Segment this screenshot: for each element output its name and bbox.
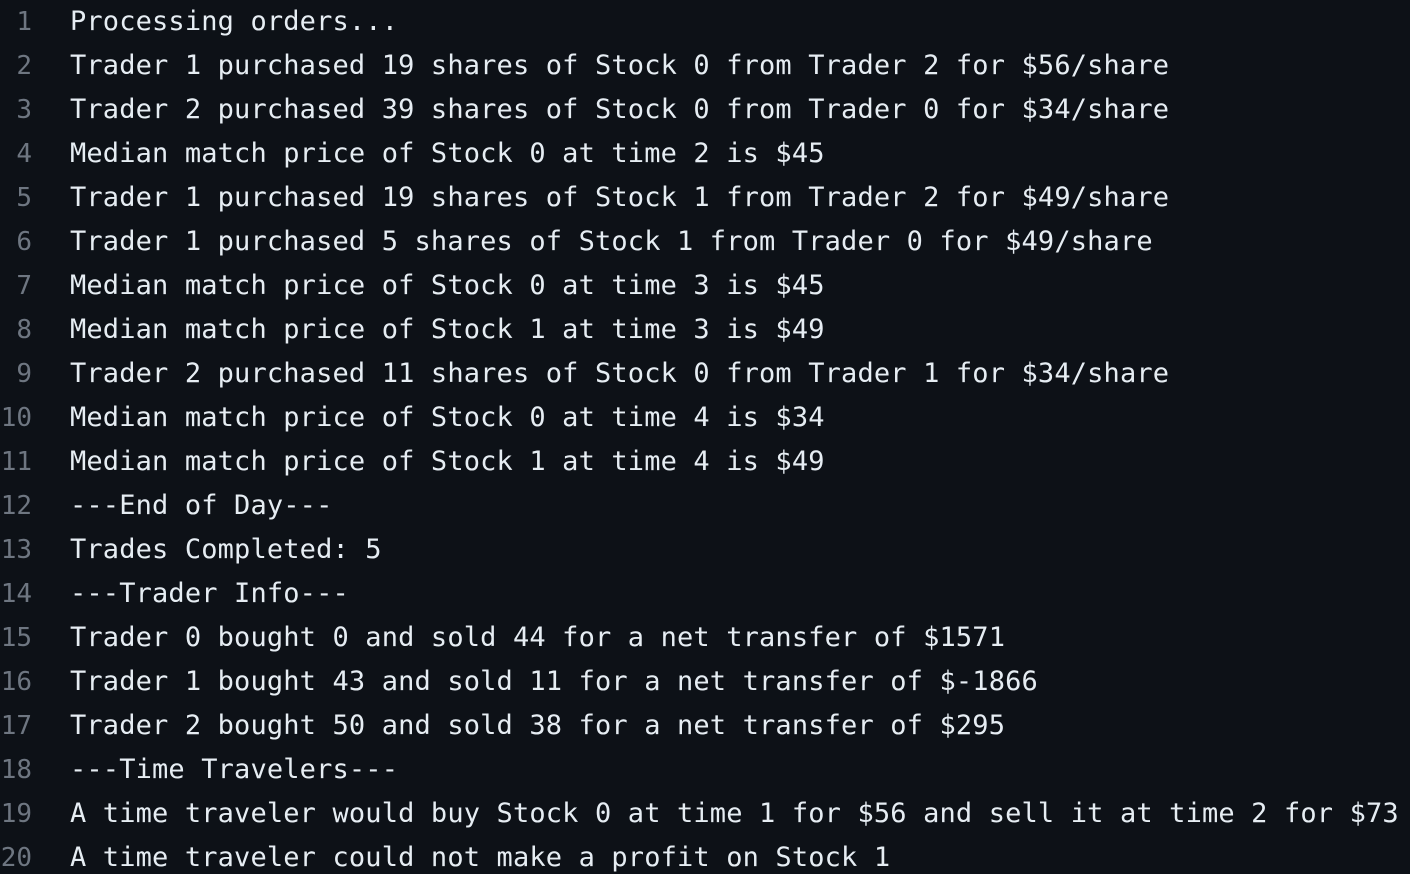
- line-number: 18: [0, 755, 32, 785]
- output-line: 17 Trader 2 bought 50 and sold 38 for a n…: [0, 704, 1410, 748]
- line-text: Trades Completed: 5: [70, 534, 382, 565]
- line-number: 8: [16, 315, 32, 345]
- output-line: 4 Median match price of Stock 0 at time 2…: [0, 132, 1410, 176]
- output-line: 2 Trader 1 purchased 19 shares of Stock 0…: [0, 44, 1410, 88]
- line-number: 5: [16, 183, 32, 213]
- line-number: 1: [16, 7, 32, 37]
- line-text: ---End of Day---: [70, 490, 333, 521]
- output-line: 16 Trader 1 bought 43 and sold 11 for a n…: [0, 660, 1410, 704]
- line-number: 13: [0, 535, 32, 565]
- line-number: 6: [16, 227, 32, 257]
- line-text: Trader 0 bought 0 and sold 44 for a net …: [70, 622, 1006, 653]
- line-number: 12: [0, 491, 32, 521]
- line-number: 15: [0, 623, 32, 653]
- output-line: 7 Median match price of Stock 0 at time 3…: [0, 264, 1410, 308]
- line-text: ---Trader Info---: [70, 578, 349, 609]
- output-line: 11 Median match price of Stock 1 at time …: [0, 440, 1410, 484]
- output-line: 1 Processing orders...: [0, 0, 1410, 44]
- line-text: Trader 2 purchased 11 shares of Stock 0 …: [70, 358, 1170, 389]
- line-text: Trader 1 purchased 19 shares of Stock 0 …: [70, 50, 1170, 81]
- line-text: Trader 2 bought 50 and sold 38 for a net…: [70, 710, 1006, 741]
- line-text: Median match price of Stock 0 at time 4 …: [70, 402, 825, 433]
- line-text: Trader 1 purchased 5 shares of Stock 1 f…: [70, 226, 1153, 257]
- line-text: A time traveler would buy Stock 0 at tim…: [70, 798, 1399, 829]
- line-number: 14: [0, 579, 32, 609]
- line-number: 19: [0, 799, 32, 829]
- line-number: 4: [16, 139, 32, 169]
- line-text: Trader 1 purchased 19 shares of Stock 1 …: [70, 182, 1170, 213]
- output-line: 14 ---Trader Info---: [0, 572, 1410, 616]
- line-number: 17: [0, 711, 32, 741]
- output-line: 9 Trader 2 purchased 11 shares of Stock 0…: [0, 352, 1410, 396]
- line-number: 10: [0, 403, 32, 433]
- output-line: 6 Trader 1 purchased 5 shares of Stock 1 …: [0, 220, 1410, 264]
- line-text: Processing orders...: [70, 6, 399, 37]
- line-number: 16: [0, 667, 32, 697]
- output-line: 5 Trader 1 purchased 19 shares of Stock 1…: [0, 176, 1410, 220]
- line-number: 7: [16, 271, 32, 301]
- line-number: 9: [16, 359, 32, 389]
- output-line: 20 A time traveler could not make a profi…: [0, 836, 1410, 874]
- output-line: 13 Trades Completed: 5: [0, 528, 1410, 572]
- line-text: Median match price of Stock 1 at time 4 …: [70, 446, 825, 477]
- line-text: Trader 1 bought 43 and sold 11 for a net…: [70, 666, 1038, 697]
- line-text: ---Time Travelers---: [70, 754, 399, 785]
- console-output: 1 Processing orders... 2 Trader 1 purchase…: [0, 0, 1410, 874]
- line-text: Median match price of Stock 0 at time 3 …: [70, 270, 825, 301]
- line-text: A time traveler could not make a profit …: [70, 842, 891, 873]
- line-number: 3: [16, 95, 32, 125]
- line-text: Trader 2 purchased 39 shares of Stock 0 …: [70, 94, 1170, 125]
- output-line: 10 Median match price of Stock 0 at time …: [0, 396, 1410, 440]
- output-line: 19 A time traveler would buy Stock 0 at t…: [0, 792, 1410, 836]
- line-number: 11: [0, 447, 32, 477]
- output-line: 18 ---Time Travelers---: [0, 748, 1410, 792]
- output-line: 3 Trader 2 purchased 39 shares of Stock 0…: [0, 88, 1410, 132]
- output-line: 8 Median match price of Stock 1 at time 3…: [0, 308, 1410, 352]
- output-line: 15 Trader 0 bought 0 and sold 44 for a ne…: [0, 616, 1410, 660]
- line-text: Median match price of Stock 1 at time 3 …: [70, 314, 825, 345]
- line-text: Median match price of Stock 0 at time 2 …: [70, 138, 825, 169]
- line-number: 2: [16, 51, 32, 81]
- line-number: 20: [0, 843, 32, 873]
- output-line: 12 ---End of Day---: [0, 484, 1410, 528]
